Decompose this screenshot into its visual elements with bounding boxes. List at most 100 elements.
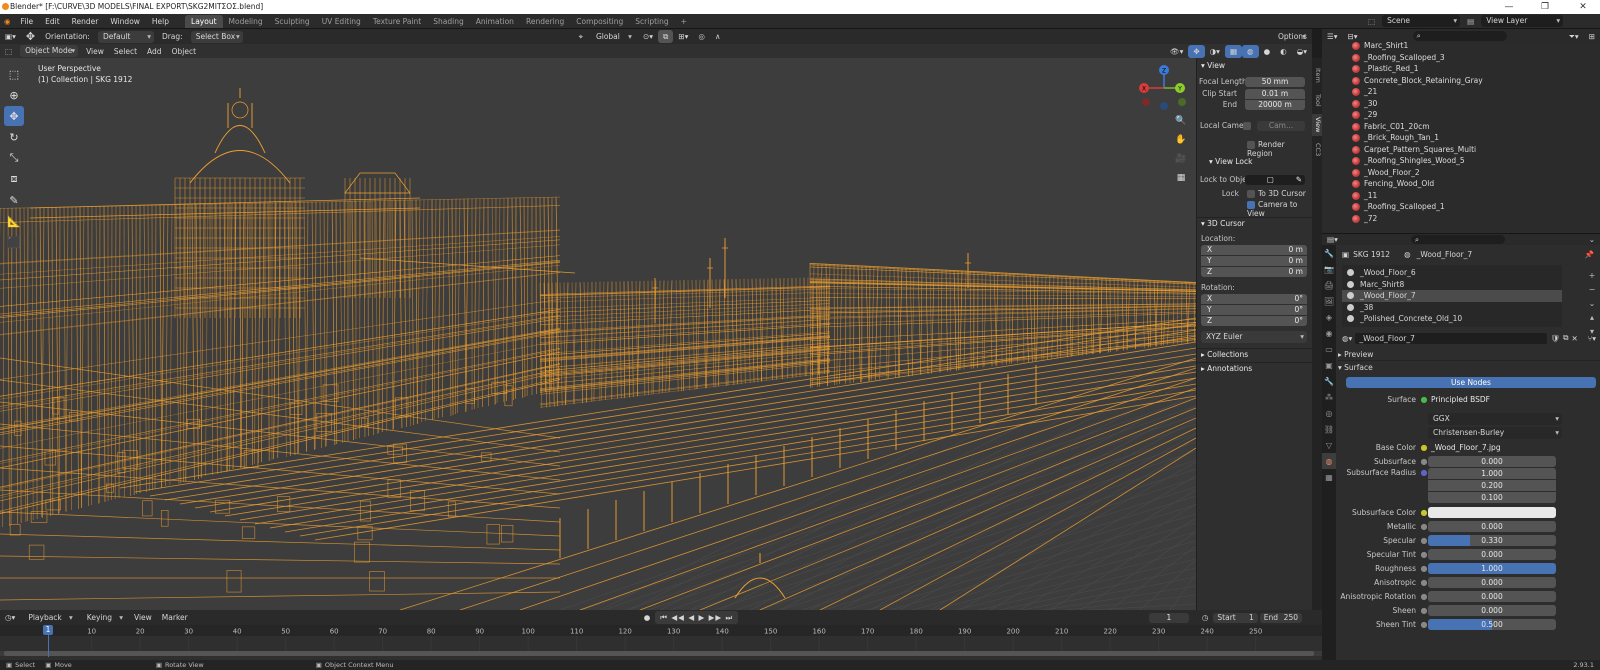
annotate-tool-icon[interactable]: ✎ (4, 190, 24, 210)
material-tab-icon[interactable]: ◍ (1322, 453, 1336, 469)
rotate-tool-icon[interactable]: ↻ (4, 127, 24, 147)
cursor-location-z[interactable]: Z0 m (1201, 267, 1307, 277)
slot-specials-icon[interactable]: ⌄ (1586, 297, 1598, 311)
surface-section-header[interactable]: ▾ Surface (1338, 361, 1600, 374)
view-section-header[interactable]: ▾ View (1197, 60, 1313, 72)
surface-shader-field[interactable]: Principled BSDF (1428, 393, 1556, 405)
falloff-icon[interactable]: ∧ (710, 30, 726, 43)
object-tab-icon[interactable]: ▣ (1322, 357, 1336, 373)
cursor-tool-icon[interactable]: ⊕ (4, 85, 24, 105)
tab-sculpting[interactable]: Sculpting (269, 15, 316, 28)
menu-help[interactable]: Help (146, 14, 175, 29)
subsurface-radius-z[interactable]: 0.100 (1428, 492, 1556, 503)
subsurface-radius-y[interactable]: 0.200 (1428, 480, 1556, 491)
properties-search-input[interactable]: ⌕ (1410, 235, 1505, 244)
texture-tab-icon[interactable]: ▦ (1322, 469, 1336, 485)
select-box-tool-icon[interactable]: ⬚ (4, 64, 24, 84)
outliner-item[interactable]: Carpet_Pattern_Squares_Multi (1322, 144, 1600, 156)
start-frame-field[interactable]: Start 1 (1213, 612, 1258, 623)
3d-cursor-section-header[interactable]: ▾ 3D Cursor (1197, 217, 1313, 230)
visibility-icon[interactable]: 👁▾ (1165, 45, 1188, 58)
tab-cc3[interactable]: CC3 (1312, 139, 1322, 161)
render-region-toggle[interactable]: Render Region (1247, 140, 1312, 158)
outliner-item[interactable]: _21 (1322, 86, 1600, 98)
keying-menu[interactable]: Keying (82, 612, 126, 624)
specular-slider[interactable]: 0.330 (1428, 534, 1556, 546)
add-slot-icon[interactable]: + (1586, 269, 1598, 283)
minimize-button[interactable]: — (1494, 1, 1524, 13)
snap-icon[interactable]: ⧉ (658, 30, 674, 43)
wireframe-shading-icon[interactable]: ◍ (1242, 44, 1259, 58)
tab-compositing[interactable]: Compositing (570, 15, 629, 28)
marker-menu[interactable]: Marker (157, 611, 193, 624)
menu-file[interactable]: File (15, 14, 40, 29)
outliner-item[interactable]: _30 (1322, 98, 1600, 110)
local-camera-field[interactable]: Cam... (1257, 121, 1305, 131)
subsurface-color-swatch[interactable] (1428, 506, 1556, 518)
clip-start-field[interactable]: 0.01 m (1245, 89, 1305, 99)
tab-texture-paint[interactable]: Texture Paint (367, 15, 427, 28)
outliner-item[interactable]: _Plastic_Red_1 (1322, 63, 1600, 75)
end-frame-field[interactable]: End 250 (1259, 612, 1302, 623)
preview-range-icon[interactable]: ◷ (1197, 611, 1214, 624)
record-icon[interactable]: ● (639, 611, 656, 624)
view-layer-selector[interactable]: View Layer (1481, 15, 1564, 27)
material-slot[interactable]: _Wood_Floor_6 (1342, 267, 1562, 279)
transform-tool-icon[interactable]: ⧈ (4, 169, 24, 189)
close-button[interactable]: ✕ (1568, 1, 1598, 13)
subsurface-field[interactable]: 0.000 (1428, 455, 1556, 467)
playback-controls[interactable]: ⏮ ◀◀ ◀ ▶ ▶▶ ⏭ (655, 611, 739, 624)
remove-slot-icon[interactable]: − (1586, 283, 1598, 297)
world-tab-icon[interactable]: ◉ (1322, 325, 1336, 341)
specular-tint-slider[interactable]: 0.000 (1428, 548, 1556, 560)
measure-tool-icon[interactable]: 📐 (4, 211, 24, 231)
outliner-item[interactable]: _Brick_Rough_Tan_1 (1322, 132, 1600, 144)
subsurface-radius-x[interactable]: 1.000 (1428, 468, 1556, 479)
sheen-slider[interactable]: 0.000 (1428, 604, 1556, 616)
zoom-icon[interactable]: 🔍 (1174, 112, 1188, 130)
data-tab-icon[interactable]: ▽ (1322, 437, 1336, 453)
material-slot[interactable]: Marc_Shirt8 (1342, 279, 1562, 291)
camera-to-view-toggle[interactable]: Camera to View (1247, 200, 1312, 218)
timeline[interactable]: 10 20 30 40 50 60 70 80 90 100 110 120 130 140 150 160 1… (0, 625, 1322, 660)
material-slot[interactable]: _Polished_Concrete_Old_10 (1342, 313, 1562, 325)
base-color-texture-field[interactable]: _Wood_Floor_7.jpg (1428, 441, 1556, 453)
preview-section-header[interactable]: ▸ Preview (1338, 348, 1600, 361)
pin-icon[interactable]: 📌 (1585, 250, 1594, 259)
outliner-item[interactable]: _Wood_Floor_2 (1322, 167, 1600, 179)
solid-shading-icon[interactable]: ● (1259, 45, 1276, 58)
outliner-item[interactable]: _72 (1322, 213, 1600, 225)
subsurface-method-dropdown[interactable]: Christensen-Burley (1428, 427, 1562, 439)
tab-layout[interactable]: Layout (185, 15, 223, 28)
proportional-edit-icon[interactable]: ◎ (693, 30, 710, 43)
material-shading-icon[interactable]: ◐ (1275, 45, 1292, 58)
move-slot-down-icon[interactable]: ▾ (1586, 325, 1598, 339)
scene-tab-icon[interactable]: ◈ (1322, 309, 1336, 325)
timeline-view-menu[interactable]: View (129, 611, 157, 624)
3d-viewport[interactable] (0, 58, 1196, 610)
collection-tab-icon[interactable]: ▭ (1322, 341, 1336, 357)
menu-object[interactable]: Object (167, 45, 201, 58)
timeline-editor-icon[interactable]: ◷▾ (0, 611, 20, 624)
gizmo-toggle-icon[interactable]: ✥ (1188, 44, 1205, 58)
tab-shading[interactable]: Shading (427, 15, 469, 28)
tab-modeling[interactable]: Modeling (223, 15, 269, 28)
transform-tool-icon[interactable]: ✥ (21, 30, 40, 43)
tab-uv-editing[interactable]: UV Editing (316, 15, 367, 28)
duplicate-material-icon[interactable]: ⧉ (1563, 333, 1568, 343)
collections-section-header[interactable]: ▸ Collections (1197, 348, 1313, 361)
mode-dropdown[interactable]: Object Mode (20, 45, 79, 57)
outliner-item[interactable]: Marc_Shirt1 (1322, 40, 1600, 52)
pivot-icon[interactable]: ⊙▾ (638, 30, 658, 43)
restore-button[interactable]: ❐ (1530, 1, 1560, 13)
navigation-gizmo[interactable]: Z X Y (1138, 64, 1188, 116)
menu-add[interactable]: Add (142, 45, 167, 58)
lock-to-object-field[interactable]: ▢ ✎ (1245, 175, 1305, 185)
local-camera-checkbox[interactable] (1243, 122, 1251, 130)
pan-hand-icon[interactable]: ✋ (1174, 131, 1188, 149)
use-nodes-button[interactable]: Use Nodes (1346, 377, 1596, 388)
modifier-tab-icon[interactable]: 🔧 (1322, 373, 1336, 389)
tab-animation[interactable]: Animation (470, 15, 520, 28)
menu-select[interactable]: Select (109, 45, 142, 58)
menu-edit[interactable]: Edit (39, 14, 66, 29)
